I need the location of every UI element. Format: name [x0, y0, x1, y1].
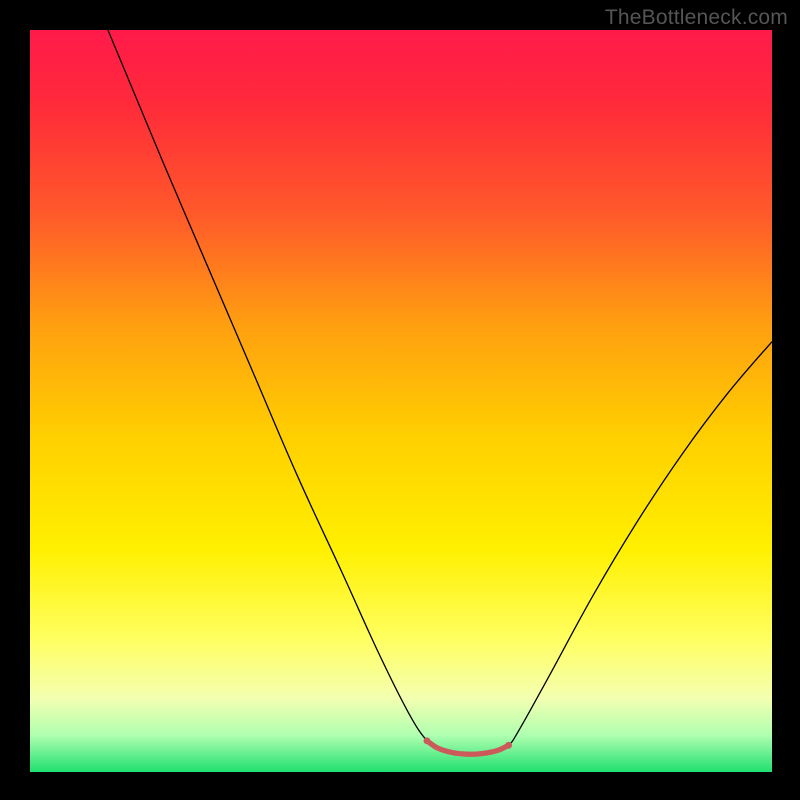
highlight-end-dot — [505, 742, 512, 749]
chart-svg — [0, 0, 800, 800]
highlight-start-dot — [424, 737, 431, 744]
plot-background — [30, 30, 772, 772]
watermark-text: TheBottleneck.com — [605, 6, 788, 30]
chart-container: TheBottleneck.com — [0, 0, 800, 800]
